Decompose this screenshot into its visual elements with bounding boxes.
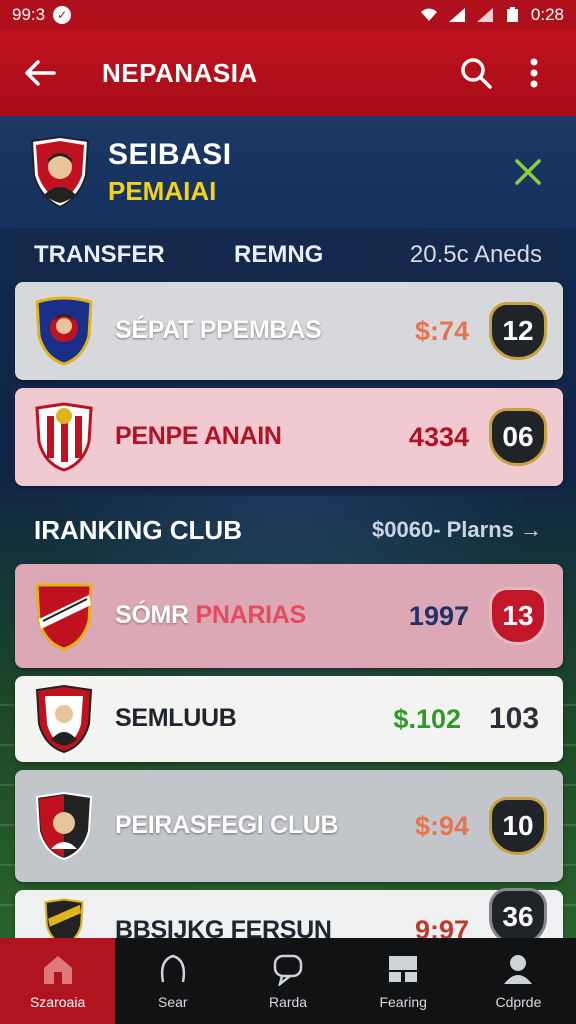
status-time: 99:3 [12, 5, 46, 24]
club-crest-icon [35, 402, 93, 472]
club-crest-icon [35, 791, 93, 861]
ranking-row[interactable]: SEMLUUB $.102 103 [15, 676, 563, 762]
transfer-row[interactable]: SÉPAT PPEMBAS $:74 12 [15, 282, 563, 380]
status-clock: 0:28 [530, 5, 564, 24]
club-crest-icon [35, 684, 93, 754]
profile-icon [504, 955, 533, 984]
battery-icon [506, 7, 518, 22]
more-options-button[interactable] [510, 49, 558, 97]
rank-badge: 10 [489, 797, 547, 855]
club-name: PEIRASFEGI CLUB [115, 811, 339, 840]
chat-icon [273, 954, 303, 986]
nav-item-profile[interactable]: Cdprde [461, 938, 576, 1024]
nav-item-chat[interactable]: Rarda [230, 938, 345, 1024]
signal-icon [448, 8, 465, 22]
club-price: $:74 [414, 315, 469, 346]
club-price: $.102 [393, 703, 461, 734]
rank-badge: 06 [489, 408, 547, 466]
transfer-table-header: TRANSFER REMNG 20.5c Aneds [12, 228, 564, 282]
wifi-icon [420, 8, 437, 21]
cards-icon [389, 956, 418, 982]
transfer-row[interactable]: PENPE ANAIN 4334 06 [15, 388, 563, 486]
search-button[interactable] [452, 49, 500, 97]
status-bar: 99:3 ✓ 0:28 [0, 0, 576, 30]
ranking-row[interactable]: SÓMR PNARIAS 1997 13 [15, 564, 563, 668]
confirm-button[interactable] [508, 152, 548, 192]
col-transfer: TRANSFER [34, 241, 165, 268]
search-icon [461, 58, 492, 89]
nav-item-home[interactable]: Szaroaia [0, 938, 116, 1024]
club-name: SEMLUUB [115, 704, 237, 733]
nav-label: Sear [158, 994, 188, 1010]
app-bar: NEPANASIA [0, 30, 576, 116]
search-icon [160, 954, 185, 983]
nav-item-search[interactable]: Sear [115, 938, 230, 1024]
nav-label: Cdprde [495, 994, 542, 1010]
view-more-link[interactable]: $0060- Plarns → [372, 517, 542, 543]
bottom-navigation: Szaroaia Sear Rarda Fearing Cdprde [0, 938, 576, 1024]
club-crest-icon [35, 583, 93, 651]
section-title: IRANKING CLUB [34, 514, 242, 545]
close-x-icon [515, 159, 541, 185]
ranking-section-header: IRANKING CLUB $0060- Plarns → [12, 500, 564, 560]
page-title: NEPANASIA [102, 57, 258, 88]
club-price: $:94 [414, 810, 469, 841]
rank-badge: 13 [489, 587, 547, 645]
rank-badge: 103 [488, 702, 540, 735]
notification-icon: ✓ [53, 6, 72, 24]
club-price: 1997 [408, 600, 469, 631]
nav-label: Szaroaia [29, 994, 86, 1010]
rank-badge: 12 [489, 302, 547, 360]
club-crest-icon [30, 135, 90, 209]
home-icon [43, 956, 72, 984]
club-name: PENPE ANAIN [115, 422, 282, 451]
club-name: SÓMR PNARIAS [115, 601, 306, 630]
player-subtitle: PEMAIAI [108, 175, 217, 206]
club-name: SÉPAT PPEMBAS [115, 316, 322, 345]
ranking-row[interactable]: PEIRASFEGI CLUB $:94 10 [15, 770, 563, 882]
club-crest-icon [35, 296, 93, 366]
nav-label: Fearing [379, 994, 427, 1010]
profile-header: SEIBASI PEMAIAI [0, 116, 576, 228]
club-price: 4334 [408, 421, 469, 452]
nav-label: Rarda [268, 994, 308, 1010]
col-amount: 20.5c Aneds [409, 241, 542, 268]
player-name: SEIBASI [108, 137, 232, 171]
nav-item-cards[interactable]: Fearing [346, 938, 461, 1024]
signal-icon-2 [476, 8, 493, 22]
arrow-left-icon [25, 60, 56, 86]
back-button[interactable] [18, 51, 62, 95]
col-remaining: REMNG [234, 241, 324, 268]
more-vert-icon [530, 58, 538, 88]
